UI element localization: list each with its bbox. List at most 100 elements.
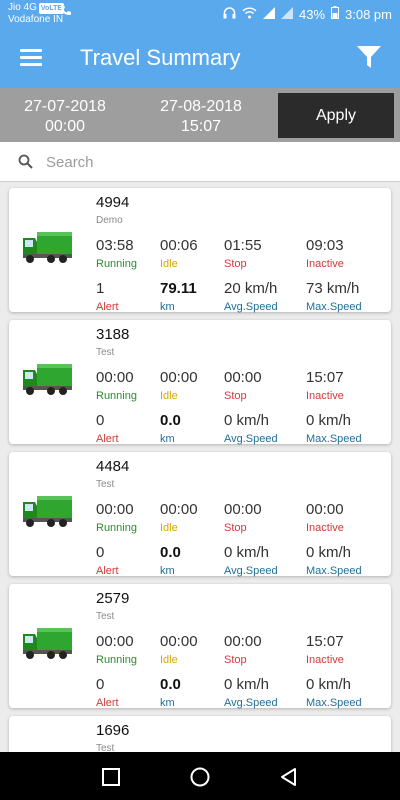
alert-label: Alert — [96, 301, 119, 313]
alert-label: Alert — [96, 433, 119, 445]
idle-time: 00:00 — [160, 369, 198, 386]
search-input[interactable] — [46, 150, 376, 174]
vehicle-group: Test — [96, 479, 115, 490]
idle-time: 00:00 — [160, 501, 198, 518]
running-label: Running — [96, 258, 137, 270]
vehicle-id: 2579 — [96, 590, 130, 607]
signal-icon-2 — [280, 6, 293, 22]
km-label: km — [160, 565, 175, 577]
stop-time: 00:00 — [224, 369, 262, 386]
idle-time: 00:06 — [160, 237, 198, 254]
stop-label: Stop — [224, 654, 247, 666]
vehicle-id: 4994 — [96, 194, 130, 211]
vehicle-id: 3188 — [96, 326, 130, 343]
distance-km: 0.0 — [160, 412, 181, 429]
vehicle-card[interactable]: 4484 Test 00:00 Running 00:00 Idle 00:00 St… — [9, 452, 391, 577]
status-bar: Jio 4G VoLTE Vodafone IN 43% 3:08 pm — [0, 0, 400, 28]
km-label: km — [160, 697, 175, 709]
inactive-label: Inactive — [306, 258, 344, 270]
carrier-primary: Jio 4G — [8, 2, 37, 13]
max-speed: 73 km/h — [306, 280, 360, 297]
avg-speed: 0 km/h — [224, 544, 270, 561]
inactive-time: 00:00 — [306, 501, 344, 518]
running-label: Running — [96, 390, 137, 402]
inactive-time: 09:03 — [306, 237, 344, 254]
avg-speed-label: Avg.Speed — [224, 433, 278, 445]
running-time: 00:00 — [96, 633, 134, 650]
avg-speed: 0 km/h — [224, 412, 270, 429]
distance-km: 79.11 — [160, 280, 197, 297]
avg-speed-label: Avg.Speed — [224, 301, 278, 313]
vehicle-card[interactable]: 1696 Test — [9, 716, 391, 752]
vehicle-list[interactable]: 4994 Demo 03:58 Running 00:06 Idle 01:55 St… — [0, 182, 400, 752]
back-triangle-icon[interactable] — [278, 766, 300, 788]
vehicle-id: 4484 — [96, 458, 130, 475]
vehicle-group: Test — [96, 347, 115, 358]
idle-time: 00:00 — [160, 633, 198, 650]
date-range-bar: 27-07-2018 00:00 27-08-2018 15:07 Apply — [0, 88, 400, 142]
running-time: 00:00 — [96, 501, 134, 518]
vehicle-card[interactable]: 2579 Test 00:00 Running 00:00 Idle 00:00 St… — [9, 584, 391, 709]
stop-label: Stop — [224, 390, 247, 402]
headphones-icon — [223, 6, 236, 22]
vehicle-card[interactable]: 4994 Demo 03:58 Running 00:06 Idle 01:55 St… — [9, 188, 391, 313]
truck-icon — [21, 494, 73, 535]
inactive-time: 15:07 — [306, 633, 344, 650]
max-speed: 0 km/h — [306, 676, 352, 693]
max-speed-label: Max.Speed — [306, 697, 362, 709]
hamburger-menu-icon[interactable] — [20, 49, 42, 67]
to-date-picker[interactable]: 27-08-2018 15:07 — [136, 97, 266, 137]
avg-speed-label: Avg.Speed — [224, 565, 278, 577]
idle-label: Idle — [160, 390, 178, 402]
from-date-picker[interactable]: 27-07-2018 00:00 — [0, 97, 130, 137]
from-date: 27-07-2018 — [24, 98, 106, 115]
filter-icon[interactable] — [356, 44, 382, 70]
idle-label: Idle — [160, 654, 178, 666]
vehicle-group: Demo — [96, 215, 123, 226]
max-speed: 0 km/h — [306, 544, 352, 561]
signal-icon-1 — [262, 6, 275, 22]
idle-label: Idle — [160, 522, 178, 534]
to-date: 27-08-2018 — [160, 98, 242, 115]
max-speed-label: Max.Speed — [306, 565, 362, 577]
inactive-label: Inactive — [306, 522, 344, 534]
recents-square-icon[interactable] — [100, 766, 122, 788]
alert-label: Alert — [96, 697, 119, 709]
alert-count: 0 — [96, 412, 105, 429]
page-title: Travel Summary — [80, 45, 241, 70]
running-time: 03:58 — [96, 237, 134, 254]
stop-label: Stop — [224, 522, 247, 534]
running-time: 00:00 — [96, 369, 134, 386]
truck-icon — [21, 626, 73, 667]
alert-count: 1 — [96, 280, 105, 297]
max-speed-label: Max.Speed — [306, 301, 362, 313]
km-label: km — [160, 433, 175, 445]
avg-speed-label: Avg.Speed — [224, 697, 278, 709]
wifi-icon — [242, 7, 257, 22]
distance-km: 0.0 — [160, 544, 181, 561]
distance-km: 0.0 — [160, 676, 181, 693]
running-label: Running — [96, 522, 137, 534]
app-bar: Travel Summary — [0, 28, 400, 88]
to-time: 15:07 — [180, 118, 222, 135]
vehicle-card[interactable]: 3188 Test 00:00 Running 00:00 Idle 00:00 St… — [9, 320, 391, 445]
truck-icon — [21, 230, 73, 271]
max-speed-label: Max.Speed — [306, 433, 362, 445]
alert-count: 0 — [96, 544, 105, 561]
vehicle-group: Test — [96, 743, 115, 752]
km-label: km — [160, 301, 175, 313]
carrier-secondary: Vodafone IN — [8, 14, 64, 25]
inactive-label: Inactive — [306, 390, 344, 402]
avg-speed: 0 km/h — [224, 676, 270, 693]
apply-button[interactable]: Apply — [278, 93, 394, 138]
avg-speed: 20 km/h — [224, 280, 278, 297]
clock-time: 3:08 pm — [345, 6, 392, 22]
idle-label: Idle — [160, 258, 178, 270]
home-circle-icon[interactable] — [189, 766, 211, 788]
search-icon — [18, 154, 33, 174]
alert-label: Alert — [96, 565, 119, 577]
alert-count: 0 — [96, 676, 105, 693]
stop-label: Stop — [224, 258, 247, 270]
battery-icon — [331, 6, 340, 22]
running-label: Running — [96, 654, 137, 666]
